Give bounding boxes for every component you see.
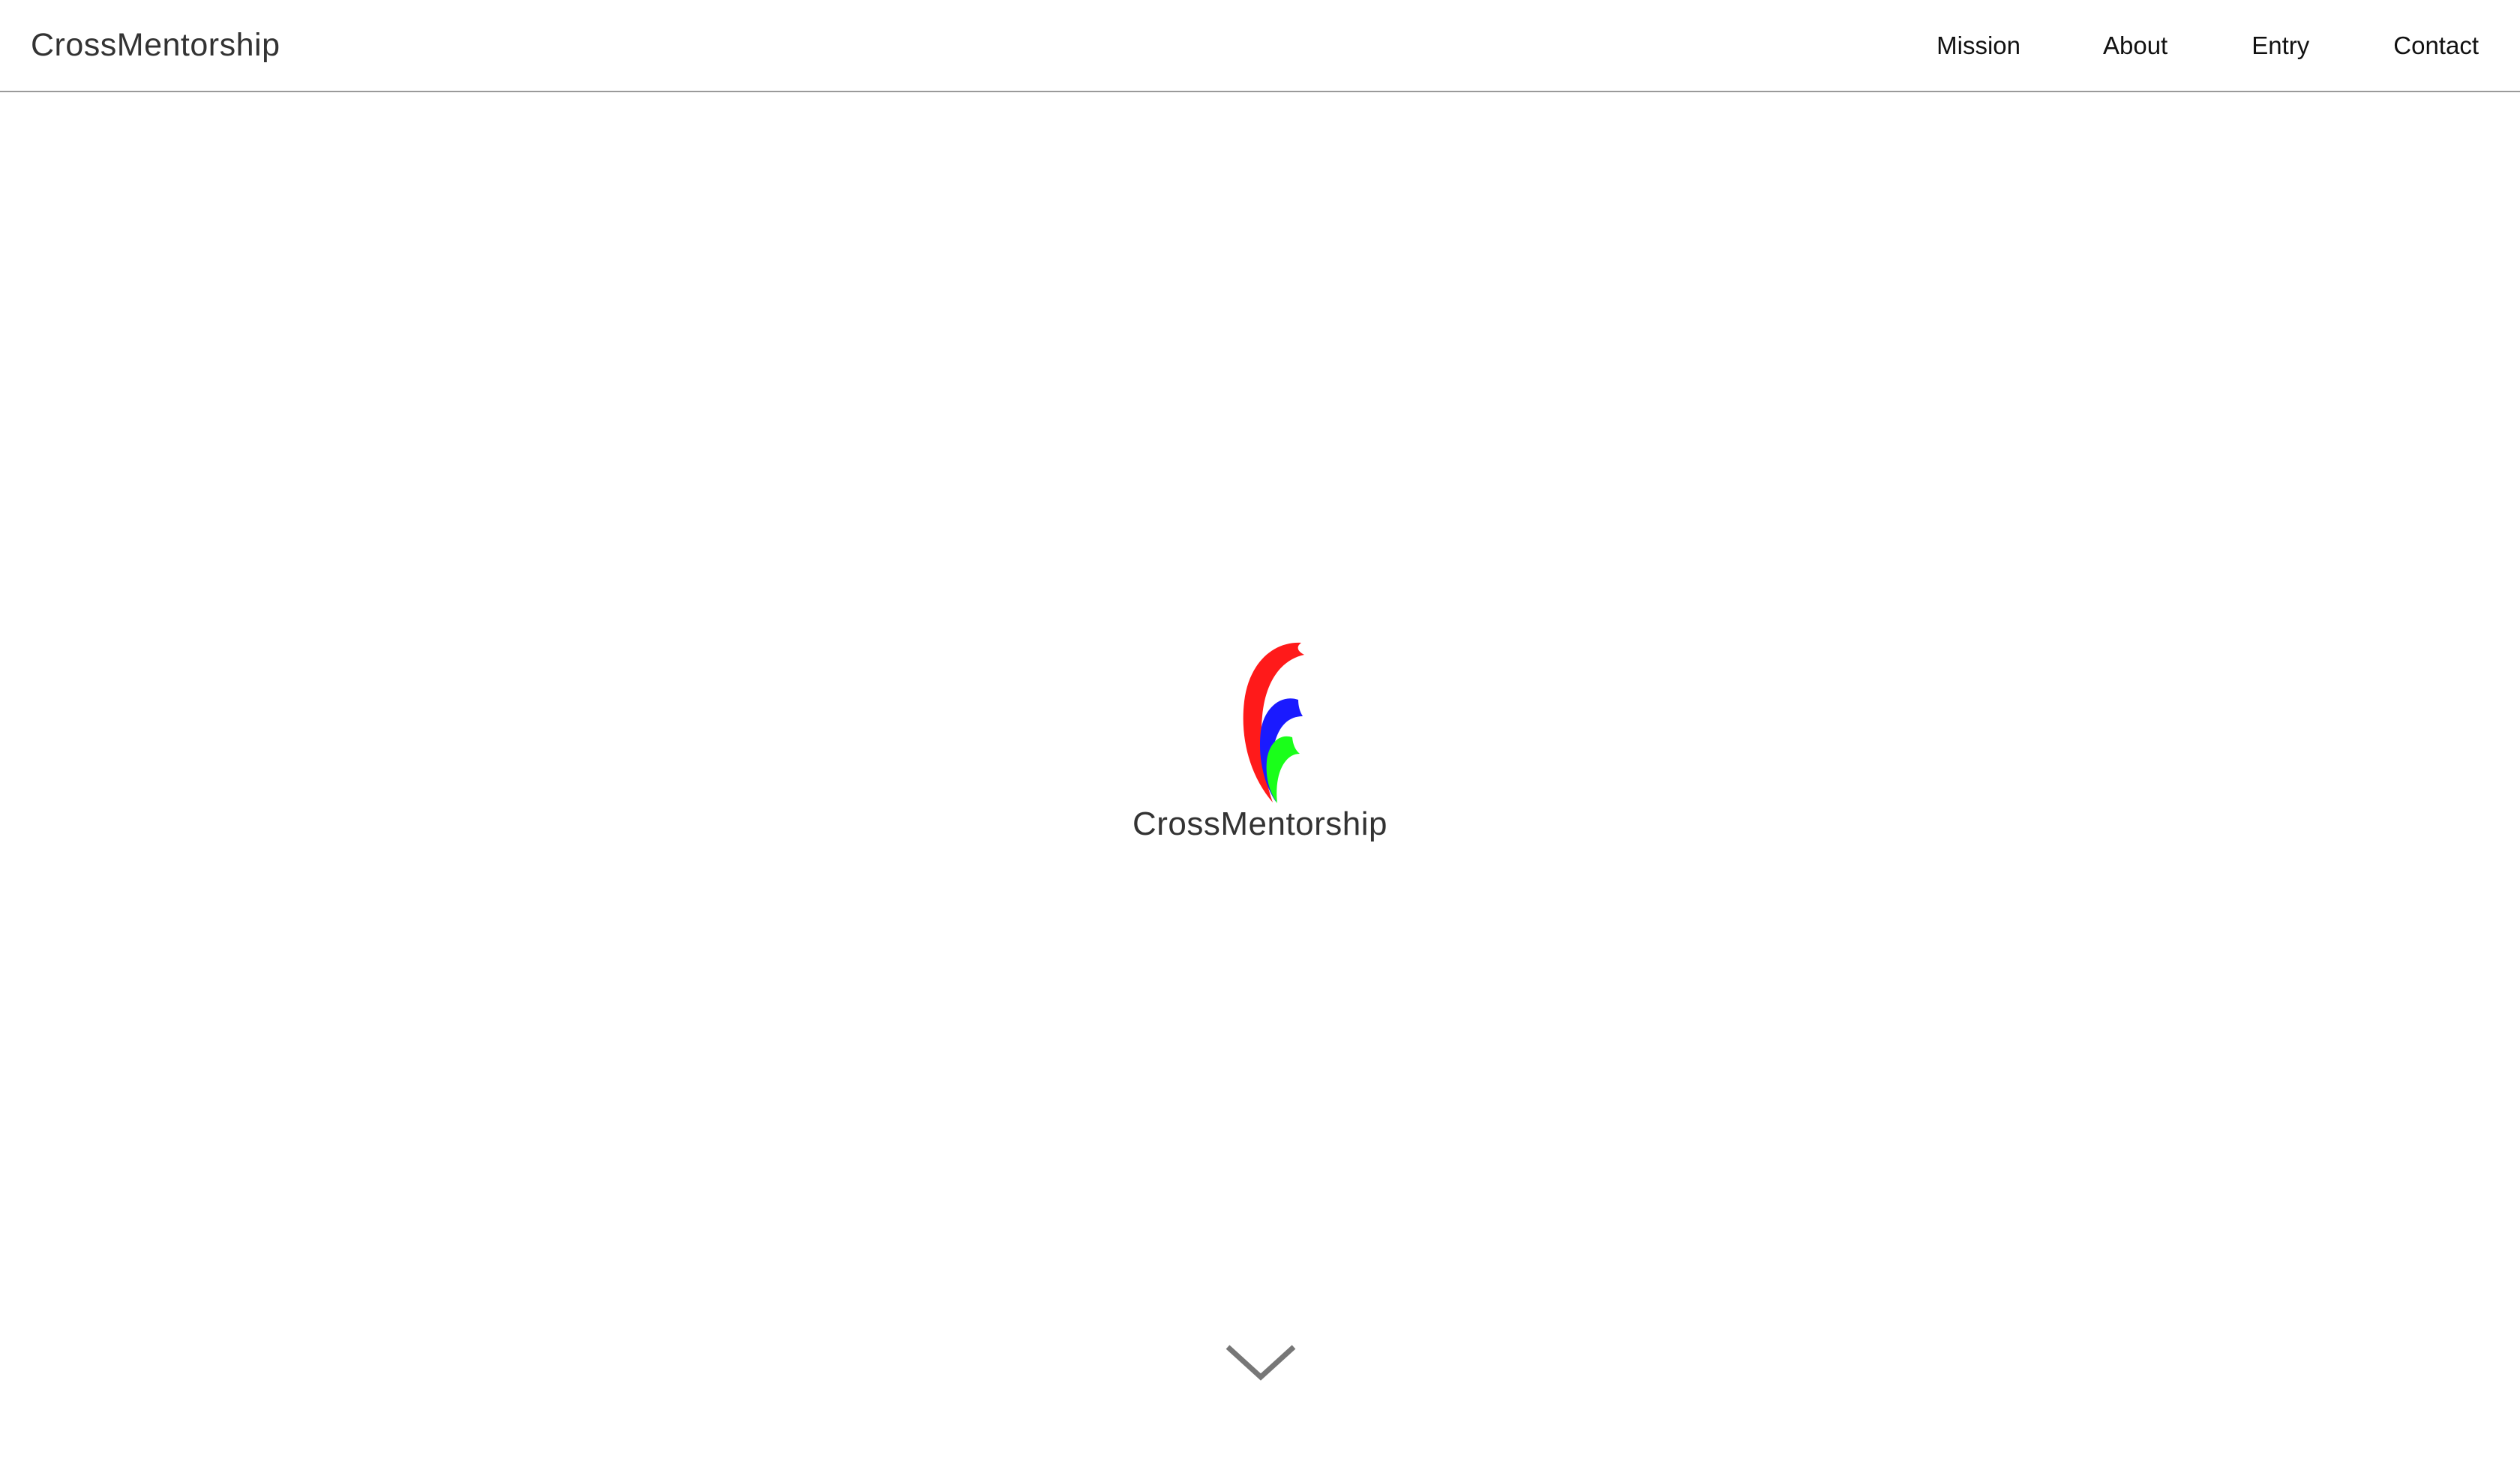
nav-item-about[interactable]: About [2103, 28, 2168, 63]
brand-logo-link[interactable]: CrossMentorship [31, 22, 280, 68]
site-header: CrossMentorship Mission About Entry Cont… [0, 0, 2520, 92]
tricolor-flame-logo-icon [1243, 642, 1304, 803]
nav-item-entry[interactable]: Entry [2252, 28, 2309, 63]
nav-item-contact[interactable]: Contact [2393, 28, 2479, 63]
chevron-down-icon[interactable] [1225, 1342, 1297, 1384]
nav-item-mission[interactable]: Mission [1936, 28, 2020, 63]
hero-logo-text: CrossMentorship [1132, 806, 1388, 842]
main-nav: Mission About Entry Contact [1936, 28, 2479, 63]
